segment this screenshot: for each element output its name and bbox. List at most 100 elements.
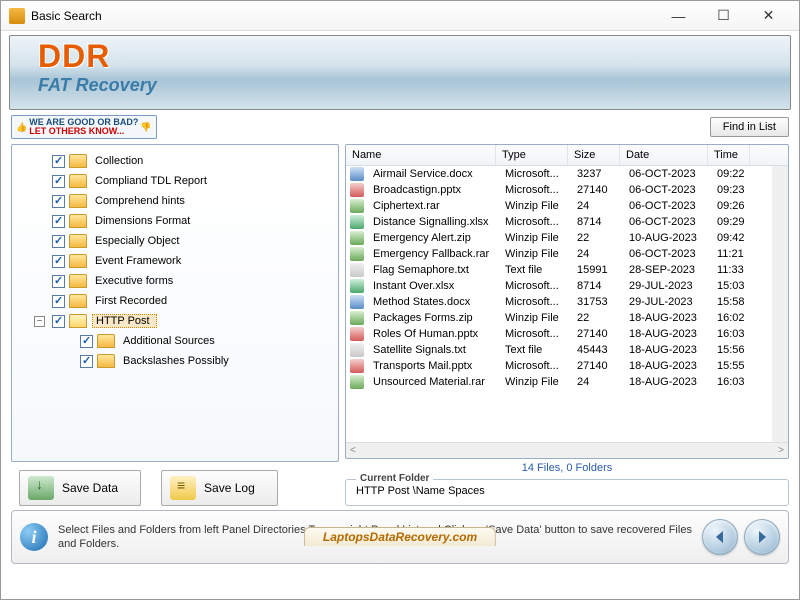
checkbox[interactable] <box>52 215 65 228</box>
close-button[interactable]: ✕ <box>746 2 791 30</box>
file-row[interactable]: Broadcastign.pptxMicrosoft...2714006-OCT… <box>346 182 788 198</box>
file-row[interactable]: Transports Mail.pptxMicrosoft...2714018-… <box>346 358 788 374</box>
horizontal-scrollbar[interactable]: <> <box>346 442 788 458</box>
cell-type: Text file <box>499 263 571 277</box>
tree-item[interactable]: First Recorded <box>12 291 338 311</box>
col-type[interactable]: Type <box>496 145 568 165</box>
tree-item[interactable]: Compliand TDL Report <box>12 171 338 191</box>
cell-date: 06-OCT-2023 <box>623 247 711 261</box>
cell-time: 11:33 <box>711 263 753 277</box>
checkbox[interactable] <box>52 255 65 268</box>
folder-icon <box>69 194 87 208</box>
cell-name: Unsourced Material.rar <box>367 375 499 389</box>
cell-time: 09:23 <box>711 183 753 197</box>
col-name[interactable]: Name <box>346 145 496 165</box>
checkbox[interactable] <box>52 235 65 248</box>
toolbar: 👍 WE ARE GOOD OR BAD? LET OTHERS KNOW...… <box>1 110 799 140</box>
cell-time: 15:58 <box>711 295 753 309</box>
brand-link[interactable]: LaptopsDataRecovery.com <box>304 527 496 546</box>
cell-date: 10-AUG-2023 <box>623 231 711 245</box>
cell-type: Winzip File <box>499 247 571 261</box>
tree-item[interactable]: Event Framework <box>12 251 338 271</box>
vertical-scrollbar[interactable] <box>772 166 788 442</box>
main-content: Collection Compliand TDL Report Comprehend… <box>1 140 799 510</box>
cell-name: Ciphertext.rar <box>367 199 499 213</box>
cell-type: Microsoft... <box>499 279 571 293</box>
tree-item-label: Compliand TDL Report <box>92 175 210 187</box>
checkbox[interactable] <box>52 195 65 208</box>
cell-time: 11:21 <box>711 247 753 261</box>
save-data-button[interactable]: Save Data <box>19 470 141 506</box>
cell-name: Distance Signalling.xlsx <box>367 215 499 229</box>
collapse-icon[interactable]: − <box>34 316 45 327</box>
tree-item-label: Additional Sources <box>120 335 218 347</box>
cell-name: Airmail Service.docx <box>367 167 499 181</box>
folder-tree[interactable]: Collection Compliand TDL Report Comprehend… <box>11 144 339 462</box>
tree-item[interactable]: Additional Sources <box>12 331 338 351</box>
file-icon <box>350 183 364 197</box>
cell-name: Emergency Fallback.rar <box>367 247 499 261</box>
cell-date: 29-JUL-2023 <box>623 295 711 309</box>
file-icon <box>350 279 364 293</box>
file-list[interactable]: Name Type Size Date Time Airmail Service… <box>345 144 789 459</box>
checkbox[interactable] <box>52 315 65 328</box>
file-row[interactable]: Distance Signalling.xlsxMicrosoft...8714… <box>346 214 788 230</box>
tree-item[interactable]: Especially Object <box>12 231 338 251</box>
checkbox[interactable] <box>52 175 65 188</box>
file-row[interactable]: Emergency Fallback.rarWinzip File2406-OC… <box>346 246 788 262</box>
file-row[interactable]: Airmail Service.docxMicrosoft...323706-O… <box>346 166 788 182</box>
maximize-button[interactable]: ☐ <box>701 2 746 30</box>
checkbox[interactable] <box>52 295 65 308</box>
folder-icon <box>69 154 87 168</box>
feedback-button[interactable]: 👍 WE ARE GOOD OR BAD? LET OTHERS KNOW...… <box>11 115 157 139</box>
file-row[interactable]: Ciphertext.rarWinzip File2406-OCT-202309… <box>346 198 788 214</box>
file-row[interactable]: Emergency Alert.zipWinzip File2210-AUG-2… <box>346 230 788 246</box>
file-row[interactable]: Unsourced Material.rarWinzip File2418-AU… <box>346 374 788 390</box>
tree-item-label: Event Framework <box>92 255 184 267</box>
file-icon <box>350 375 364 389</box>
checkbox[interactable] <box>52 275 65 288</box>
file-row[interactable]: Method States.docxMicrosoft...3175329-JU… <box>346 294 788 310</box>
prev-button[interactable] <box>702 519 738 555</box>
col-time[interactable]: Time <box>708 145 750 165</box>
arrow-right-icon <box>754 529 770 545</box>
file-icon <box>350 359 364 373</box>
cell-size: 27140 <box>571 359 623 373</box>
tree-item[interactable]: Collection <box>12 151 338 171</box>
logo-subtitle: FAT Recovery <box>38 75 790 96</box>
list-header[interactable]: Name Type Size Date Time <box>346 145 788 166</box>
file-icon <box>350 231 364 245</box>
cell-name: Flag Semaphore.txt <box>367 263 499 277</box>
tree-item[interactable]: Dimensions Format <box>12 211 338 231</box>
checkbox[interactable] <box>52 155 65 168</box>
file-row[interactable]: Instant Over.xlsxMicrosoft...871429-JUL-… <box>346 278 788 294</box>
save-log-button[interactable]: Save Log <box>161 470 278 506</box>
file-icon <box>350 295 364 309</box>
current-folder-legend: Current Folder <box>356 473 433 484</box>
cell-date: 06-OCT-2023 <box>623 167 711 181</box>
cell-date: 28-SEP-2023 <box>623 263 711 277</box>
info-icon: i <box>20 523 48 551</box>
col-size[interactable]: Size <box>568 145 620 165</box>
minimize-button[interactable]: — <box>656 2 701 30</box>
tree-item[interactable]: Comprehend hints <box>12 191 338 211</box>
cell-time: 16:03 <box>711 375 753 389</box>
find-in-list-button[interactable]: Find in List <box>710 117 789 137</box>
checkbox[interactable] <box>80 335 93 348</box>
list-body[interactable]: Airmail Service.docxMicrosoft...323706-O… <box>346 166 788 442</box>
cell-type: Microsoft... <box>499 167 571 181</box>
file-icon <box>350 215 364 229</box>
file-row[interactable]: Roles Of Human.pptxMicrosoft...2714018-A… <box>346 326 788 342</box>
col-date[interactable]: Date <box>620 145 708 165</box>
tree-item-label: Especially Object <box>92 235 182 247</box>
cell-type: Microsoft... <box>499 215 571 229</box>
tree-item[interactable]: −HTTP Post <box>12 311 338 331</box>
file-row[interactable]: Packages Forms.zipWinzip File2218-AUG-20… <box>346 310 788 326</box>
file-row[interactable]: Flag Semaphore.txtText file1599128-SEP-2… <box>346 262 788 278</box>
tree-item[interactable]: Executive forms <box>12 271 338 291</box>
cell-name: Broadcastign.pptx <box>367 183 499 197</box>
checkbox[interactable] <box>80 355 93 368</box>
next-button[interactable] <box>744 519 780 555</box>
tree-item[interactable]: Backslashes Possibly <box>12 351 338 371</box>
file-row[interactable]: Satellite Signals.txtText file4544318-AU… <box>346 342 788 358</box>
